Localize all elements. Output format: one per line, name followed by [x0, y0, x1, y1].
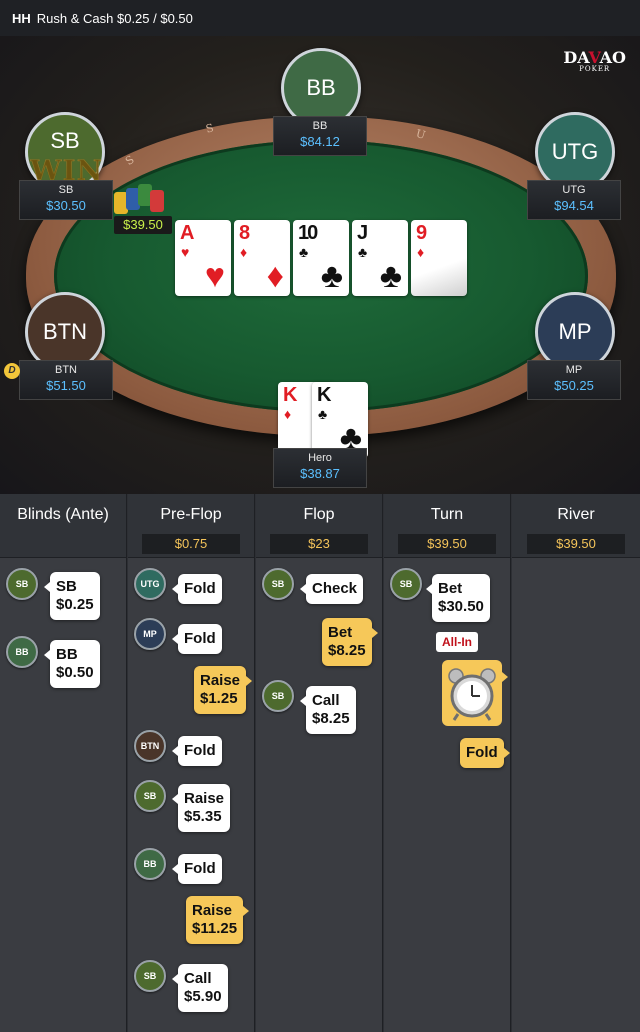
action-bubble: Call $5.90 — [172, 964, 228, 1012]
position-badge: UTG — [134, 568, 166, 600]
hero-action-bubble: Fold — [460, 738, 510, 768]
board-card: 10 ♣ ♣ — [293, 220, 349, 296]
action-bubble: SB $0.25 — [44, 572, 100, 620]
action-bubble: Check — [299, 574, 364, 604]
action-bubble: Fold — [172, 624, 222, 654]
street-header: Blinds (Ante) — [0, 494, 126, 558]
player-plate-utg: UTG $94.54 — [527, 180, 621, 220]
street-column-turn: Turn $39.50 SB Bet $30.50 All-In Fold — [384, 494, 511, 1032]
street-name: Blinds (Ante) — [17, 506, 109, 523]
position-badge: SB — [262, 680, 294, 712]
position-badge: MP — [134, 618, 166, 650]
board-card: A ♥ ♥ — [175, 220, 231, 296]
street-header: Turn $39.50 — [384, 494, 510, 558]
street-column-preflop: Pre-Flop $0.75 UTG Fold MP Fold Raise $1.… — [128, 494, 255, 1032]
action-bubble: BB $0.50 — [44, 640, 100, 688]
all-in-badge: All-In — [436, 632, 478, 652]
player-plate-btn: BTN $51.50 — [19, 360, 113, 400]
position-badge: BB — [134, 848, 166, 880]
street-column-blinds: Blinds (Ante) SB SB $0.25 BB BB $0.50 — [0, 494, 127, 1032]
player-plate-hero: Hero $38.87 — [273, 448, 367, 488]
action-bubble: Fold — [172, 854, 222, 884]
position-badge: SB — [134, 780, 166, 812]
position-badge: SB — [262, 568, 294, 600]
board-card-peeling: 9 ♦ — [411, 220, 467, 296]
dealer-button: D — [4, 363, 20, 379]
player-plate-sb: SB $30.50 — [19, 180, 113, 220]
street-pot: $23 — [270, 534, 368, 554]
player-plate-mp: MP $50.25 — [527, 360, 621, 400]
street-column-flop: Flop $23 SB Check Bet $8.25 SB Call $8.25 — [256, 494, 383, 1032]
poker-table-area: DAVAO POKER S U A S S U S BB BB $84.12 S… — [0, 36, 640, 494]
board-card: 8 ♦ ♦ — [234, 220, 290, 296]
street-pot: $39.50 — [527, 534, 625, 554]
timeout-clock — [442, 660, 508, 726]
street-pot: $0.75 — [142, 534, 240, 554]
street-header: Flop $23 — [256, 494, 382, 558]
action-bubble: Fold — [172, 736, 222, 766]
chip-stack-icon — [114, 184, 172, 214]
position-badge: BTN — [134, 730, 166, 762]
title-bar: HH Rush & Cash $0.25 / $0.50 — [0, 0, 640, 36]
street-pot: $39.50 — [398, 534, 496, 554]
street-header: River $39.50 — [512, 494, 640, 558]
street-column-river: River $39.50 — [512, 494, 640, 1032]
action-bubble: Call $8.25 — [300, 686, 356, 734]
action-timeline: Blinds (Ante) SB SB $0.25 BB BB $0.50 Pre-… — [0, 494, 640, 1032]
brand-logo: DAVAO POKER — [563, 48, 626, 73]
hero-action-bubble: Raise $11.25 — [186, 896, 250, 944]
pot-amount: $39.50 — [114, 216, 172, 234]
game-title: Rush & Cash $0.25 / $0.50 — [36, 10, 193, 26]
board-card: J ♣ ♣ — [352, 220, 408, 296]
hand-history-label: HH — [12, 10, 31, 26]
hero-action-bubble: Raise $1.25 — [194, 666, 253, 714]
alarm-clock-icon — [448, 668, 496, 721]
street-header: Pre-Flop $0.75 — [128, 494, 254, 558]
player-plate-bb: BB $84.12 — [273, 116, 367, 156]
position-badge: SB — [6, 568, 38, 600]
position-badge: SB — [134, 960, 166, 992]
action-bubble: Bet $30.50 — [426, 574, 490, 622]
action-bubble: Raise $5.35 — [171, 784, 231, 832]
position-badge: SB — [390, 568, 422, 600]
action-bubble: Fold — [172, 574, 222, 604]
position-badge: BB — [6, 636, 38, 668]
hero-action-bubble: Bet $8.25 — [322, 618, 378, 666]
hero-card: K ♣ ♣ — [312, 382, 368, 458]
